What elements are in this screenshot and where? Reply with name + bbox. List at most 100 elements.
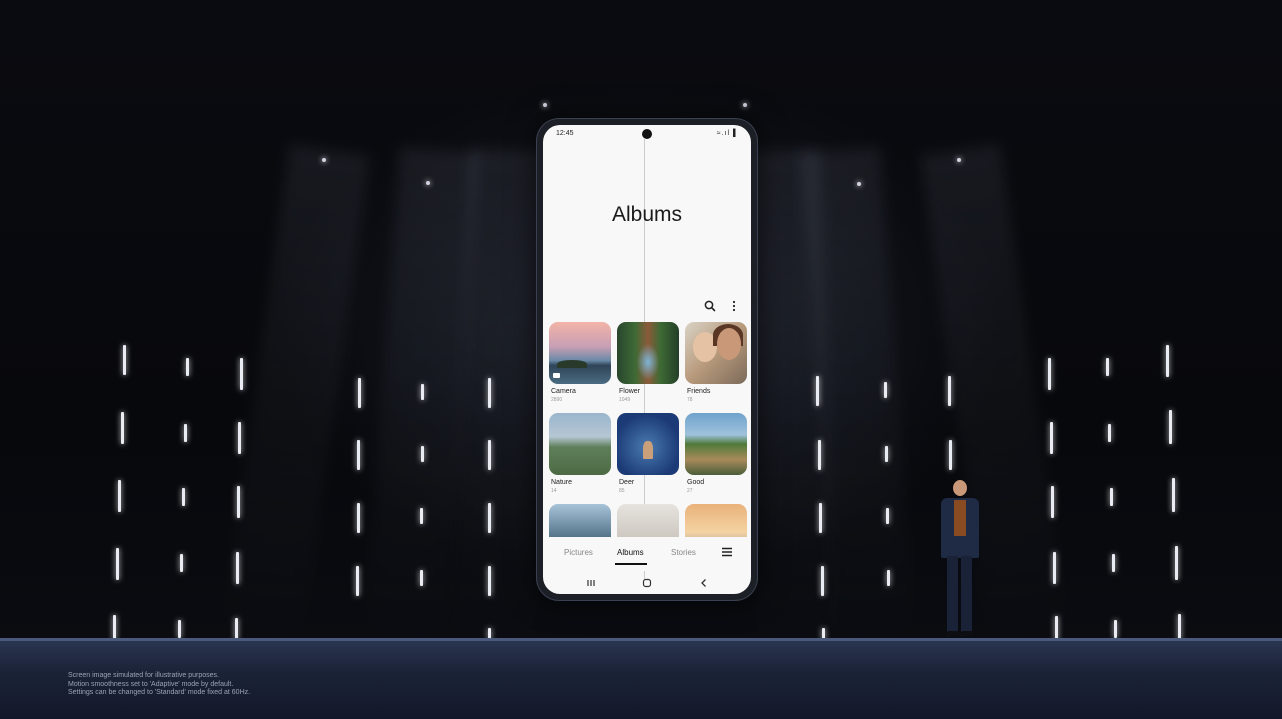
album-count: 2890 <box>551 397 563 403</box>
search-icon[interactable] <box>703 299 717 313</box>
led-light <box>886 508 889 524</box>
led-light <box>184 424 187 442</box>
tab-albums[interactable]: Albums <box>617 548 644 557</box>
thumbnail-detail <box>717 328 741 360</box>
led-light <box>819 503 822 533</box>
album-thumbnail <box>549 413 611 475</box>
phone-device: 12:45 ≈.ıl ▌ Albums Camera 2890 Flower 1… <box>537 119 757 600</box>
album-flower[interactable]: Flower 1049 <box>617 322 679 403</box>
spotlight <box>543 103 547 107</box>
led-light <box>123 345 126 375</box>
disclaimer-line: Motion smoothness set to 'Adaptive' mode… <box>68 680 234 688</box>
album-name: Good <box>687 479 705 486</box>
led-light <box>420 508 423 524</box>
led-light <box>1175 546 1178 580</box>
led-light <box>816 376 819 406</box>
led-light <box>236 552 239 584</box>
spotlight <box>957 158 961 162</box>
album-nature[interactable]: Nature 14 <box>549 413 611 494</box>
album-count: 27 <box>687 488 693 494</box>
led-light <box>356 566 359 596</box>
tab-pictures[interactable]: Pictures <box>564 548 593 557</box>
active-tab-indicator <box>615 563 647 565</box>
shoe <box>961 631 974 636</box>
led-light <box>1106 358 1109 376</box>
status-icons: ≈.ıl ▌ <box>716 130 739 137</box>
spotlight <box>322 158 326 162</box>
presenter-shirt <box>954 500 966 536</box>
spotlight-beam <box>452 148 550 652</box>
front-camera <box>642 129 652 139</box>
presenter <box>936 478 986 642</box>
presenter-leg <box>947 556 960 636</box>
system-navigation-bar <box>543 573 751 594</box>
disclaimer-line: Settings can be changed to 'Standard' mo… <box>68 689 251 696</box>
menu-icon[interactable] <box>720 545 734 559</box>
album-friends[interactable]: Friends 78 <box>685 322 747 403</box>
album-camera[interactable]: Camera 2890 <box>549 322 611 403</box>
led-light <box>116 548 119 580</box>
led-light <box>420 570 423 586</box>
led-light <box>1178 614 1181 640</box>
led-light <box>182 488 185 506</box>
tab-stories[interactable]: Stories <box>671 548 696 557</box>
disclaimer: Screen image simulated for illustrative … <box>68 672 368 698</box>
spotlight-beam <box>220 144 370 651</box>
presenter-leg <box>961 556 974 636</box>
spotlight <box>743 103 747 107</box>
spotlight <box>426 181 430 185</box>
shoe <box>947 631 960 636</box>
led-light <box>1169 410 1172 444</box>
phone-screen: 12:45 ≈.ıl ▌ Albums Camera 2890 Flower 1… <box>543 125 751 594</box>
led-light <box>948 376 951 406</box>
album-deer[interactable]: Deer 85 <box>617 413 679 494</box>
led-light <box>1048 358 1051 390</box>
more-options-icon[interactable] <box>727 299 741 313</box>
stage-background: Screen image simulated for illustrative … <box>0 0 1282 719</box>
album-thumbnail <box>617 413 679 475</box>
led-light <box>421 446 424 462</box>
led-light <box>357 503 360 533</box>
spotlight <box>857 182 861 186</box>
led-light <box>1166 345 1169 377</box>
home-icon[interactable] <box>641 577 653 589</box>
camera-icon <box>553 373 560 378</box>
led-light <box>821 566 824 596</box>
album-thumbnail <box>617 322 679 384</box>
led-light <box>238 422 241 454</box>
led-light <box>186 358 189 376</box>
led-light <box>884 382 887 398</box>
led-light <box>488 503 491 533</box>
back-icon[interactable] <box>698 577 710 589</box>
led-light <box>235 618 238 640</box>
page-title: Albums <box>611 203 683 226</box>
album-thumbnail <box>685 413 747 475</box>
thumbnail-detail <box>557 360 587 368</box>
disclaimer-line: Screen image simulated for illustrative … <box>68 672 219 679</box>
album-thumbnail <box>549 322 611 384</box>
led-light <box>1110 488 1113 506</box>
led-light <box>1053 552 1056 584</box>
album-name: Flower <box>619 388 641 395</box>
led-light <box>1108 424 1111 442</box>
album-count: 85 <box>619 488 625 494</box>
stage-edge <box>0 638 1282 641</box>
recent-apps-icon[interactable] <box>585 577 597 589</box>
led-light <box>1172 478 1175 512</box>
album-good[interactable]: Good 27 <box>685 413 747 494</box>
led-light <box>358 378 361 408</box>
led-light <box>121 412 124 444</box>
album-count: 14 <box>551 488 557 494</box>
presenter-head <box>953 480 967 496</box>
led-light <box>1114 620 1117 638</box>
led-light <box>488 566 491 596</box>
led-light <box>1112 554 1115 572</box>
led-light <box>178 620 181 638</box>
led-light <box>180 554 183 572</box>
led-light <box>885 446 888 462</box>
album-count: 78 <box>687 397 693 403</box>
led-light <box>488 440 491 470</box>
status-time: 12:45 <box>556 130 574 137</box>
led-light <box>357 440 360 470</box>
led-light <box>488 378 491 408</box>
